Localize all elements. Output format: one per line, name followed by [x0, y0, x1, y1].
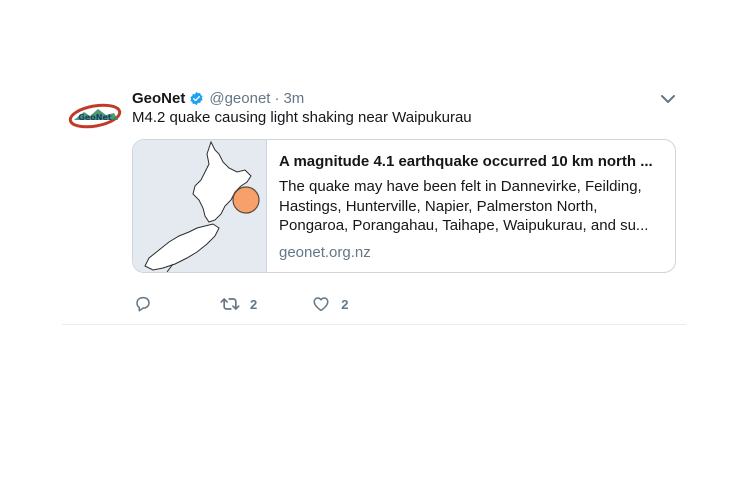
- card-map-thumbnail: [133, 140, 267, 272]
- tweet-header: GeoNet @geonet · 3m: [132, 88, 304, 108]
- tweet-text: M4.2 quake causing light shaking near Wa…: [132, 109, 472, 126]
- retweet-icon: [220, 295, 240, 313]
- tweet-timestamp[interactable]: 3m: [283, 90, 304, 107]
- link-card[interactable]: A magnitude 4.1 earthquake occurred 10 k…: [132, 139, 676, 273]
- card-body: A magnitude 4.1 earthquake occurred 10 k…: [267, 140, 675, 272]
- heart-icon: [312, 295, 330, 313]
- author-handle[interactable]: @geonet: [209, 90, 270, 107]
- avatar[interactable]: GeoNet: [68, 100, 122, 134]
- reply-icon: [134, 295, 152, 313]
- avatar-logo-text: GeoNet: [78, 113, 112, 122]
- like-button[interactable]: 2: [312, 295, 348, 313]
- chevron-down-icon[interactable]: [660, 92, 676, 104]
- verified-badge-icon: [189, 91, 204, 106]
- card-description: The quake may have been felt in Dannevir…: [279, 178, 649, 234]
- retweet-count: 2: [250, 296, 258, 312]
- author-name[interactable]: GeoNet: [132, 90, 185, 107]
- like-count: 2: [341, 296, 349, 312]
- card-title[interactable]: A magnitude 4.1 earthquake occurred 10 k…: [279, 151, 663, 173]
- earthquake-marker: [232, 186, 260, 214]
- tweet[interactable]: GeoNet GeoNet @geonet · 3m M4.2 quake ca…: [62, 78, 686, 325]
- reply-button[interactable]: [134, 295, 154, 313]
- retweet-button[interactable]: 2: [220, 295, 257, 313]
- nz-map-image: [144, 140, 260, 272]
- tweet-actions: 2 2: [132, 292, 348, 316]
- separator-dot: ·: [274, 89, 280, 107]
- card-domain[interactable]: geonet.org.nz: [279, 244, 663, 262]
